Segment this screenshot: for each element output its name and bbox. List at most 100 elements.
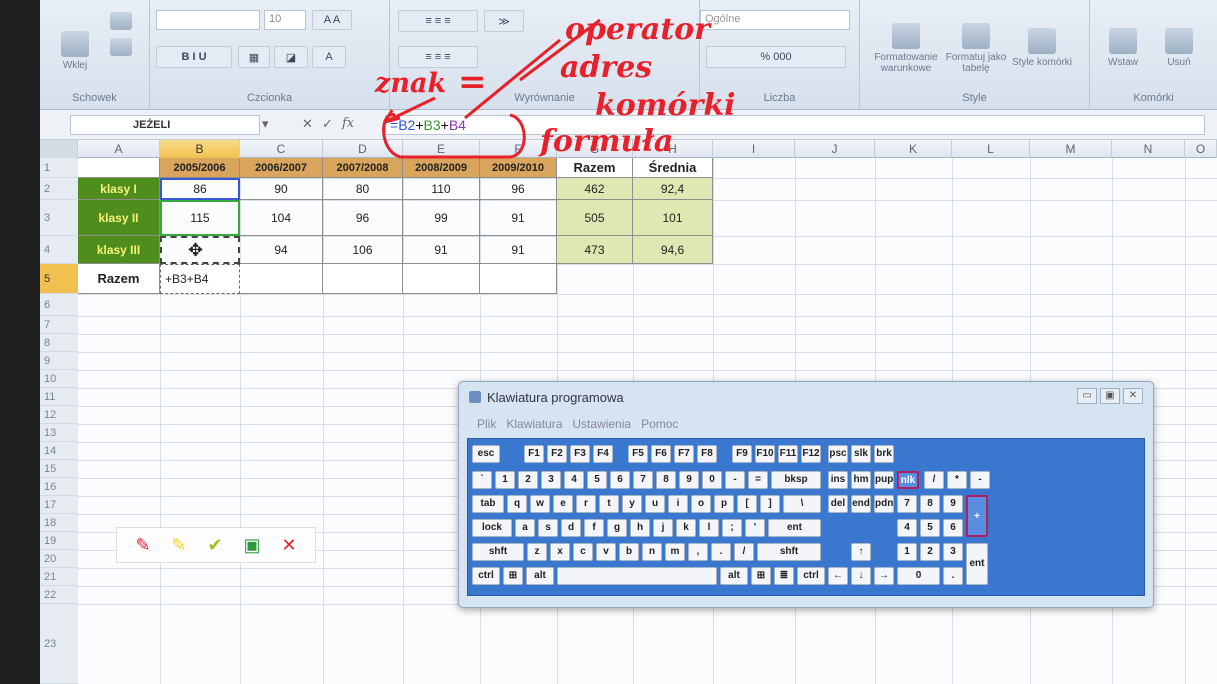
key-2-12[interactable]: ]: [760, 495, 780, 513]
insert-button[interactable]: Wstaw: [1096, 8, 1150, 88]
key-1-17[interactable]: nlk: [897, 471, 919, 489]
column-title-4[interactable]: 2008/2009: [403, 158, 480, 178]
select-all-corner[interactable]: [40, 140, 78, 158]
row-header-3[interactable]: 3: [40, 200, 78, 236]
data-cell[interactable]: 94,6: [633, 236, 713, 264]
column-header-b[interactable]: B: [160, 140, 240, 158]
key-0-0[interactable]: esc: [472, 445, 500, 463]
key-0-7[interactable]: F7: [674, 445, 694, 463]
name-box-dropdown-icon[interactable]: ▾: [262, 116, 269, 132]
cell-a1[interactable]: [78, 158, 160, 178]
key-5-12[interactable]: .: [943, 567, 963, 585]
number-format-combo[interactable]: Ogólne: [700, 10, 850, 30]
column-title-6[interactable]: Razem: [557, 158, 633, 178]
data-cell[interactable]: 462: [557, 178, 633, 200]
key-0-4[interactable]: F4: [593, 445, 613, 463]
row-header-13[interactable]: 13: [40, 424, 78, 442]
key-3-11[interactable]: ': [745, 519, 765, 537]
column-header-m[interactable]: M: [1030, 140, 1112, 158]
row-header-6[interactable]: 6: [40, 294, 78, 316]
key-4-14[interactable]: 2: [920, 543, 940, 561]
column-title-3[interactable]: 2007/2008: [323, 158, 403, 178]
key-0-12[interactable]: F12: [801, 445, 821, 463]
column-title-5[interactable]: 2009/2010: [480, 158, 557, 178]
key-4-2[interactable]: x: [550, 543, 570, 561]
row-header-10[interactable]: 10: [40, 370, 78, 388]
row-header-21[interactable]: 21: [40, 568, 78, 586]
key-1-7[interactable]: 7: [633, 471, 653, 489]
row-header-17[interactable]: 17: [40, 496, 78, 514]
key-4-5[interactable]: b: [619, 543, 639, 561]
key-1-10[interactable]: 0: [702, 471, 722, 489]
row-header-18[interactable]: 18: [40, 514, 78, 532]
data-cell[interactable]: 110: [403, 178, 480, 200]
key-1-20[interactable]: -: [970, 471, 990, 489]
font-size-combo[interactable]: 10: [264, 10, 306, 30]
key-3-14[interactable]: 5: [920, 519, 940, 537]
row-label-3[interactable]: klasy III: [78, 236, 160, 264]
maximize-icon[interactable]: ▣: [1100, 388, 1120, 404]
key-3-8[interactable]: k: [676, 519, 696, 537]
key-1-13[interactable]: bksp: [771, 471, 821, 489]
close-window-icon[interactable]: ✕: [1123, 388, 1143, 404]
font-name-combo[interactable]: [156, 10, 260, 30]
data-cell[interactable]: 473: [557, 236, 633, 264]
data-cell[interactable]: 104: [240, 200, 323, 236]
column-header-j[interactable]: J: [795, 140, 875, 158]
fill-color-button[interactable]: ◪: [274, 46, 308, 68]
editing-cell-b5[interactable]: +B3+B4: [160, 264, 240, 294]
conditional-format-button[interactable]: Formatowanie warunkowe: [868, 8, 944, 88]
enter-icon[interactable]: ✓: [322, 116, 333, 132]
key-2-10[interactable]: p: [714, 495, 734, 513]
key-1-18[interactable]: /: [924, 471, 944, 489]
key-5-6[interactable]: ≣: [774, 567, 794, 585]
data-cell[interactable]: 80: [323, 178, 403, 200]
column-header-a[interactable]: A: [78, 140, 160, 158]
font-color-button[interactable]: A: [312, 46, 346, 68]
key-4-1[interactable]: z: [527, 543, 547, 561]
key-2-7[interactable]: u: [645, 495, 665, 513]
row-header-19[interactable]: 19: [40, 532, 78, 550]
key-2-14[interactable]: del: [828, 495, 848, 513]
row-header-12[interactable]: 12: [40, 406, 78, 424]
key-2-19[interactable]: 9: [943, 495, 963, 513]
formula-input[interactable]: =B2+B3+B4: [385, 115, 1205, 135]
total-cell[interactable]: [480, 264, 557, 294]
key-4-0[interactable]: shft: [472, 543, 524, 561]
key-4-12[interactable]: ↑: [851, 543, 871, 561]
key-3-15[interactable]: 6: [943, 519, 963, 537]
key-5-3[interactable]: [557, 567, 717, 585]
row-label-2[interactable]: klasy II: [78, 200, 160, 236]
key-3-5[interactable]: g: [607, 519, 627, 537]
format-as-table-button[interactable]: Formatuj jako tabelę: [944, 8, 1008, 88]
key-2-0[interactable]: tab: [472, 495, 504, 513]
key-5-7[interactable]: ctrl: [797, 567, 825, 585]
name-box[interactable]: JEŻELI: [70, 115, 260, 135]
key-4-4[interactable]: v: [596, 543, 616, 561]
column-title-1[interactable]: 2005/2006: [160, 158, 240, 178]
key-3-13[interactable]: 4: [897, 519, 917, 537]
key-3-7[interactable]: j: [653, 519, 673, 537]
key-4-8[interactable]: ,: [688, 543, 708, 561]
key-0-11[interactable]: F11: [778, 445, 798, 463]
row-header-11[interactable]: 11: [40, 388, 78, 406]
orientation-button[interactable]: ≫: [484, 10, 524, 32]
key-1-1[interactable]: 1: [495, 471, 515, 489]
key-1-12[interactable]: =: [748, 471, 768, 489]
cut-icon[interactable]: [110, 12, 132, 30]
key-1-15[interactable]: hm: [851, 471, 871, 489]
key-3-4[interactable]: f: [584, 519, 604, 537]
key-0-14[interactable]: slk: [851, 445, 871, 463]
data-cell[interactable]: 99: [403, 200, 480, 236]
key-1-2[interactable]: 2: [518, 471, 538, 489]
key-numpad-enter[interactable]: ent: [966, 543, 988, 585]
cancel-icon[interactable]: ✕: [302, 116, 313, 132]
key-0-9[interactable]: F9: [732, 445, 752, 463]
key-3-1[interactable]: a: [515, 519, 535, 537]
column-header-d[interactable]: D: [323, 140, 403, 158]
key-2-18[interactable]: 8: [920, 495, 940, 513]
key-4-10[interactable]: /: [734, 543, 754, 561]
data-cell[interactable]: 96: [480, 178, 557, 200]
row-header-2[interactable]: 2: [40, 178, 78, 200]
menu-plik[interactable]: Plik: [477, 417, 496, 431]
